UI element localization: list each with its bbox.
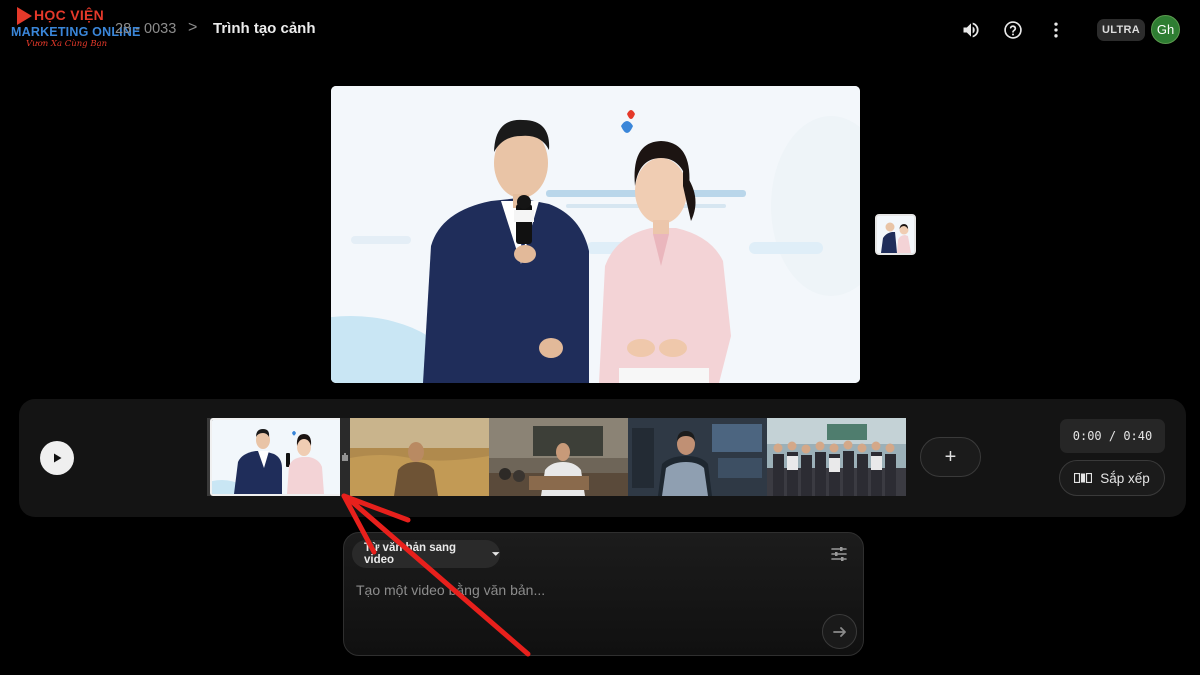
- plan-badge: ULTRA: [1097, 19, 1145, 41]
- play-icon: [54, 453, 62, 463]
- clip-trim-handle-right[interactable]: [340, 418, 350, 496]
- clip-1-thumbnail: [212, 420, 348, 494]
- logo-tagline: Vươn Xa Cùng Bạn: [26, 39, 108, 49]
- caret-down-icon: [491, 552, 500, 556]
- tune-settings-icon[interactable]: [830, 545, 848, 563]
- clip-4-thumbnail: [628, 418, 767, 496]
- drag-hand-icon: [342, 453, 348, 461]
- logo-play-icon: [17, 7, 32, 25]
- send-button[interactable]: [822, 614, 857, 649]
- avatar[interactable]: Gh: [1151, 15, 1180, 44]
- time-display: 0:00 / 0:40: [1060, 419, 1165, 453]
- scene-thumbnail-image: [877, 216, 914, 253]
- add-clip-button[interactable]: +: [920, 437, 981, 477]
- clip-3-thumbnail: [489, 418, 628, 496]
- brand-logo: HỌC VIỆN MARKETING ONLINE Vươn Xa Cùng B…: [10, 5, 140, 51]
- play-button[interactable]: [40, 441, 74, 475]
- clip-2-thumbnail: [350, 418, 489, 496]
- preview-image: [331, 86, 860, 383]
- scene-thumbnail[interactable]: [875, 214, 916, 255]
- scene-preview[interactable]: [331, 86, 860, 383]
- arrange-button-label: Sắp xếp: [1100, 470, 1150, 486]
- help-icon[interactable]: [1002, 19, 1024, 41]
- arrow-right-icon: [832, 626, 846, 637]
- more-vert-icon[interactable]: [1045, 19, 1067, 41]
- page-title: Trình tạo cảnh: [213, 20, 316, 37]
- timeline-clip-5[interactable]: [767, 418, 906, 496]
- mode-dropdown[interactable]: Từ văn bản sang video: [352, 540, 500, 568]
- prompt-input[interactable]: [356, 579, 826, 601]
- breadcrumb-separator-icon: >: [188, 19, 198, 36]
- arrange-icon: [1074, 473, 1093, 483]
- timeline-clip-2[interactable]: [350, 418, 489, 496]
- volume-icon[interactable]: [960, 19, 982, 41]
- mode-dropdown-label: Từ văn bản sang video: [364, 542, 457, 566]
- logo-line1: HỌC VIỆN: [34, 7, 105, 23]
- breadcrumb-project[interactable]: 28 - 0033: [115, 21, 176, 37]
- timeline-clip-1[interactable]: [210, 418, 350, 496]
- clip-5-thumbnail: [767, 418, 906, 496]
- timeline-clip-3[interactable]: [489, 418, 628, 496]
- arrange-button[interactable]: Sắp xếp: [1059, 460, 1165, 496]
- timeline-clip-4[interactable]: [628, 418, 767, 496]
